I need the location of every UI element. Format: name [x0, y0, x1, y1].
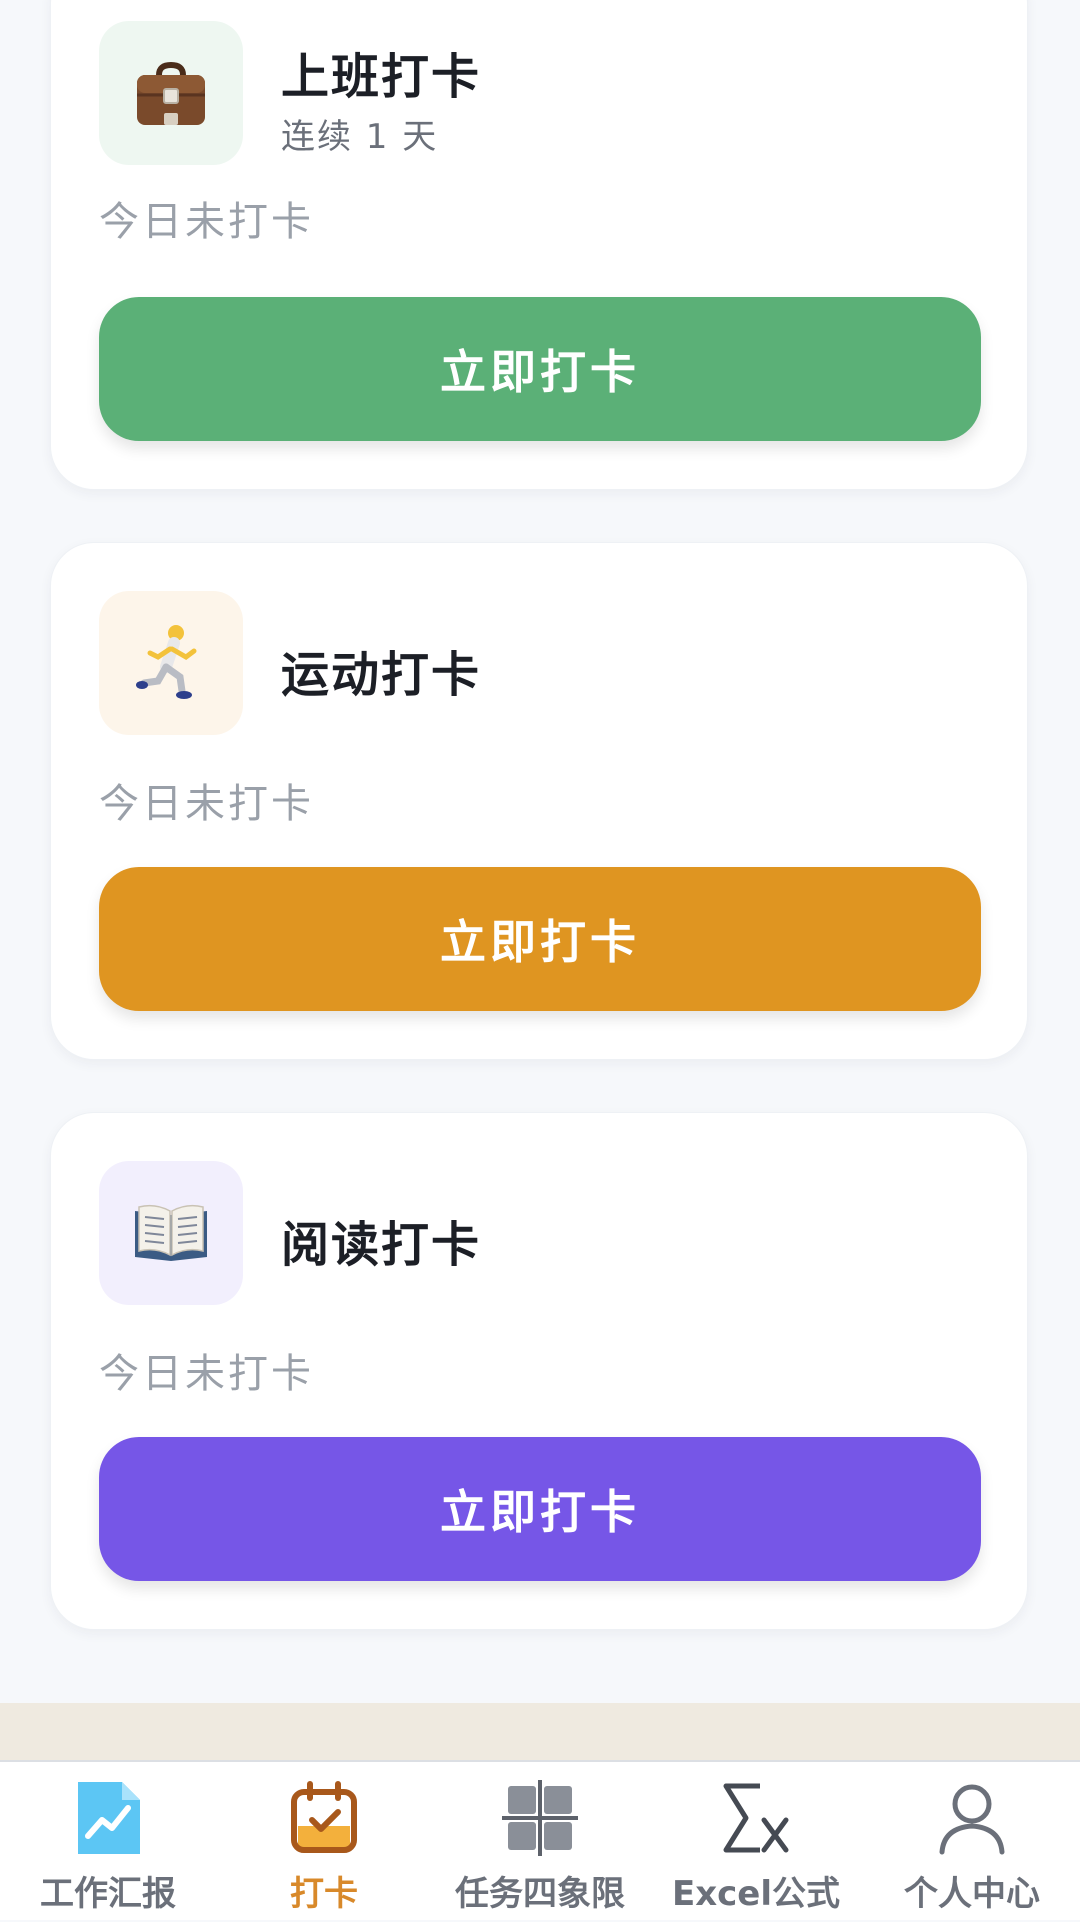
tab-label: 任务四象限: [455, 1874, 625, 1914]
checkin-button[interactable]: 立即打卡: [99, 867, 981, 1011]
runner-icon: [136, 625, 197, 699]
briefcase-icon: [137, 61, 205, 125]
checkin-status: 今日未打卡: [99, 781, 314, 827]
checkin-button[interactable]: 立即打卡: [99, 297, 981, 441]
checkin-card-work: 上班打卡 连续 1 天 今日未打卡 立即打卡: [50, 0, 1028, 490]
card-icon-box: [99, 1161, 243, 1305]
checkin-status: 今日未打卡: [99, 199, 314, 245]
tab-checkin[interactable]: 打卡: [216, 1762, 432, 1922]
bottom-tab-bar: 工作汇报 打卡 任务四象限 Excel公式 个人中心: [0, 1760, 1080, 1920]
user-icon: [939, 1784, 1005, 1855]
work-report-icon: [78, 1782, 140, 1854]
tab-task-quadrant[interactable]: 任务四象限: [432, 1762, 648, 1922]
tab-label: 打卡: [290, 1874, 358, 1914]
card-title: 运动打卡: [281, 647, 482, 703]
sigma-x-icon: [723, 1783, 789, 1853]
divider-band: [0, 1703, 1080, 1760]
card-icon-box: [99, 21, 243, 165]
tab-work-report[interactable]: 工作汇报: [0, 1762, 216, 1922]
tab-label: 工作汇报: [40, 1874, 176, 1914]
quadrant-grid-icon: [502, 1780, 578, 1856]
card-title: 上班打卡: [281, 49, 482, 105]
card-icon-box: [99, 591, 243, 735]
card-title: 阅读打卡: [281, 1217, 482, 1273]
tab-excel-formula[interactable]: Excel公式: [648, 1762, 864, 1922]
checkin-card-reading: 阅读打卡 今日未打卡 立即打卡: [50, 1112, 1028, 1630]
tab-label: 个人中心: [904, 1874, 1040, 1914]
checkin-button[interactable]: 立即打卡: [99, 1437, 981, 1581]
tab-profile[interactable]: 个人中心: [864, 1762, 1080, 1922]
checkin-card-exercise: 运动打卡 今日未打卡 立即打卡: [50, 542, 1028, 1060]
tab-label: Excel公式: [671, 1874, 841, 1914]
streak-text: 连续 1 天: [281, 117, 439, 157]
open-book-icon: [135, 1204, 207, 1261]
calendar-check-icon: [291, 1781, 357, 1853]
checkin-status: 今日未打卡: [99, 1351, 314, 1397]
